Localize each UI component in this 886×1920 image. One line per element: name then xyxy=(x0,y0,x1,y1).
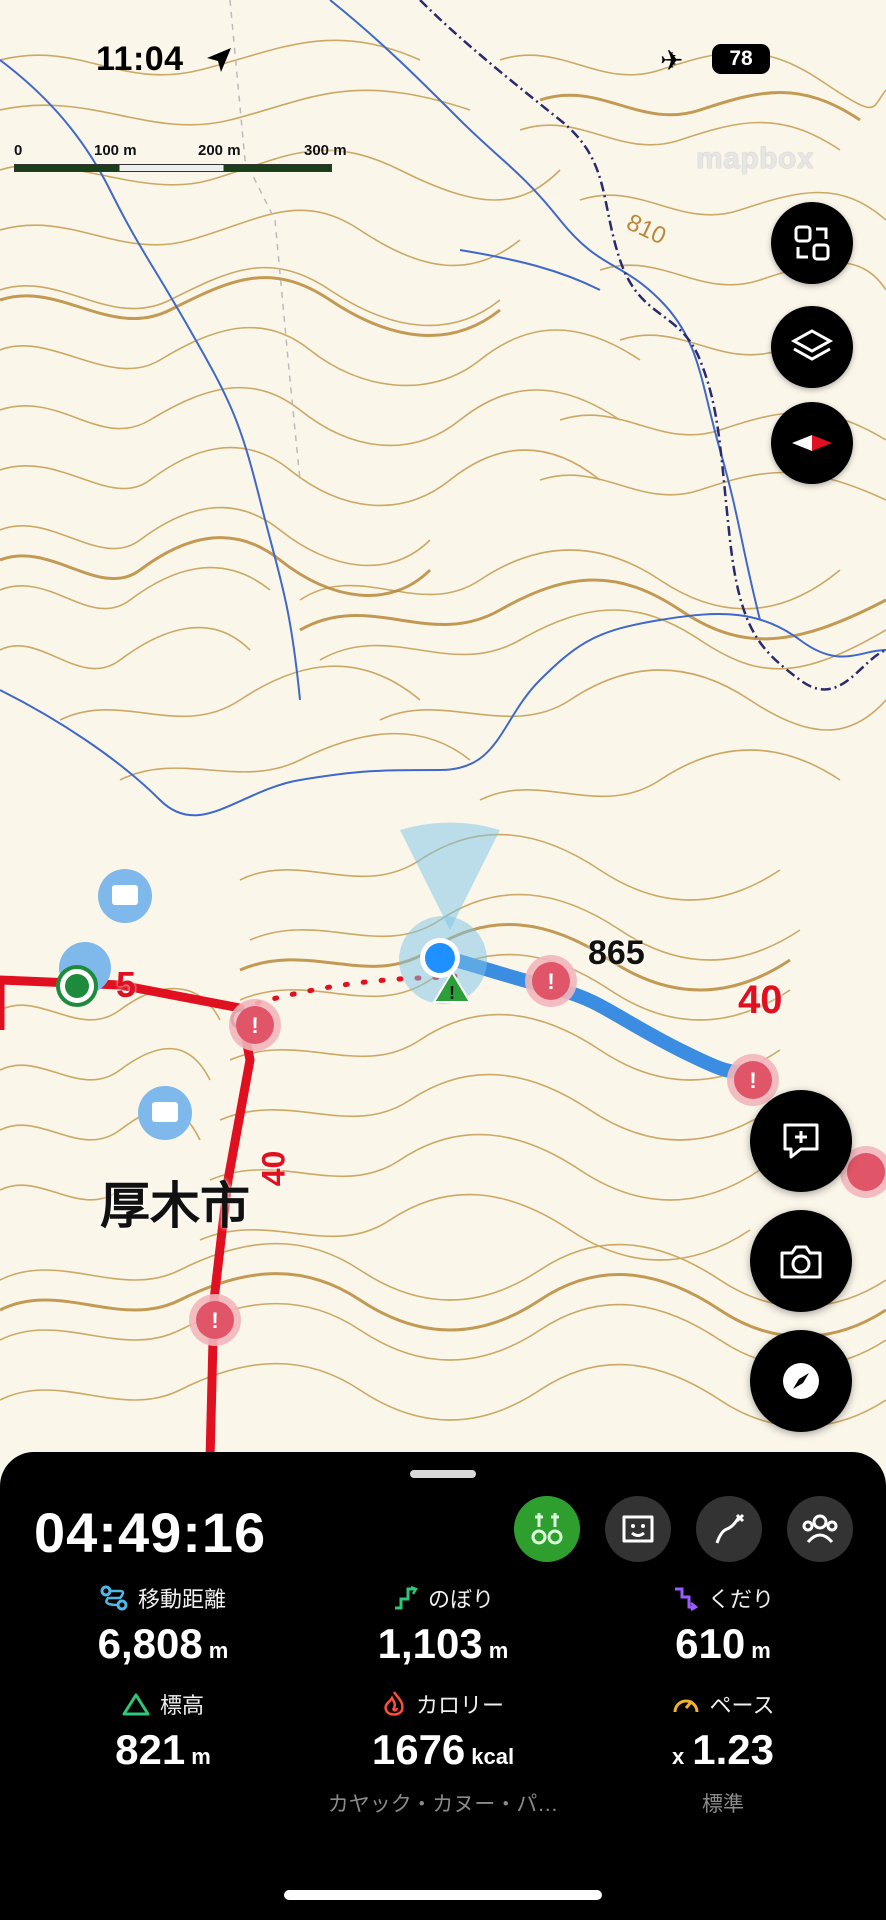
compass-button[interactable] xyxy=(750,1330,852,1432)
group-mode-button[interactable] xyxy=(787,1496,853,1562)
stat-value: 6,808 xyxy=(97,1620,203,1667)
navigation-mode-button[interactable] xyxy=(514,1496,580,1562)
svg-text:!: ! xyxy=(547,969,554,994)
stat-value: 1676 xyxy=(371,1726,466,1773)
stat-value: 1,103 xyxy=(377,1620,483,1667)
stat-distance: 移動距離 6,808 m xyxy=(18,1582,308,1668)
stat-unit: kcal xyxy=(471,1744,515,1769)
stat-value: 610 xyxy=(675,1620,746,1667)
fit-view-button[interactable] xyxy=(771,202,853,284)
stat-value: 821 xyxy=(115,1726,186,1773)
stat-label: 標高 xyxy=(159,1693,204,1718)
scale-bar-line xyxy=(14,164,332,172)
scale-label: 200 m xyxy=(198,142,241,159)
status-time: 11:04 xyxy=(96,40,184,78)
stat-pace: ペース x 1.23 xyxy=(578,1688,868,1774)
stat-unit: m xyxy=(208,1638,229,1663)
route-number: 40 xyxy=(255,1150,292,1187)
stat-ascent: のぼり 1,103 m xyxy=(298,1582,588,1668)
battery-indicator: 78 xyxy=(712,44,770,74)
stat-unit: m xyxy=(191,1744,211,1769)
route-mode-icon xyxy=(715,1513,745,1544)
stat-label: のぼり xyxy=(427,1587,494,1612)
face-mode-icon xyxy=(622,1515,654,1543)
layers-button[interactable] xyxy=(771,306,853,388)
route-number: 40 xyxy=(738,978,783,1022)
heading-button[interactable] xyxy=(771,402,853,484)
activity-type[interactable]: カヤック・カヌー・パ… xyxy=(298,1788,588,1818)
route-mode-button[interactable] xyxy=(696,1496,762,1562)
camera-button[interactable] xyxy=(750,1210,852,1312)
elapsed-time: 04:49:16 xyxy=(34,1501,267,1564)
compass-heading-icon xyxy=(792,435,832,451)
route-number: 5 xyxy=(116,964,137,1005)
layers-icon xyxy=(790,329,834,361)
place-name: 厚木市 xyxy=(100,1178,250,1234)
svg-text:!: ! xyxy=(251,1013,258,1038)
scale-bar: 0 100 m 200 m 300 m xyxy=(14,142,354,172)
home-indicator xyxy=(284,1890,602,1900)
scale-label: 100 m xyxy=(94,142,137,159)
stat-elevation: 標高 821 m xyxy=(18,1688,308,1774)
add-note-button[interactable] xyxy=(750,1090,852,1192)
stat-label: 移動距離 xyxy=(137,1587,226,1612)
status-bar: 11:04 ✈ 78 xyxy=(0,40,886,84)
svg-text:!: ! xyxy=(211,1308,218,1333)
elevation-icon xyxy=(122,1693,150,1716)
scale-label: 300 m xyxy=(304,142,347,159)
speedometer-icon xyxy=(673,1699,699,1713)
stat-descent: くだり 610 m xyxy=(578,1582,868,1668)
stat-label: カロリー xyxy=(415,1693,504,1718)
stat-unit: m xyxy=(488,1638,509,1663)
add-note-icon xyxy=(783,1123,819,1159)
svg-text:!: ! xyxy=(749,1068,756,1093)
scale-label: 0 xyxy=(14,142,23,159)
panel-drag-handle[interactable] xyxy=(410,1470,476,1478)
fit-view-icon xyxy=(794,225,830,261)
ascent-icon xyxy=(394,1585,418,1610)
peak-elevation-label: 865 xyxy=(588,934,645,972)
navigation-mode-icon xyxy=(531,1513,563,1545)
stat-value: 1.23 xyxy=(692,1726,774,1773)
svg-text:!: ! xyxy=(449,983,455,1003)
face-mode-button[interactable] xyxy=(605,1496,671,1562)
stat-label: くだり xyxy=(707,1587,774,1612)
group-mode-icon xyxy=(802,1514,838,1544)
stat-unit: m xyxy=(751,1638,771,1663)
mapbox-attribution[interactable]: mapbox xyxy=(696,142,814,176)
airplane-mode-icon: ✈ xyxy=(660,45,684,76)
distance-icon xyxy=(100,1585,128,1611)
stat-label: ペース xyxy=(709,1693,775,1718)
compass-icon xyxy=(783,1363,819,1399)
pace-level: 標準 xyxy=(702,1793,744,1816)
location-arrow-icon xyxy=(205,46,233,79)
stat-calories: カロリー 1676 kcal xyxy=(298,1688,588,1774)
descent-icon xyxy=(674,1587,698,1611)
camera-icon xyxy=(780,1245,822,1279)
tracking-panel: 04:49:16 移動距離 6,808 m のぼり 1,103 m くだり 610 m… xyxy=(0,1452,886,1920)
flame-icon xyxy=(384,1691,404,1716)
pace-prefix: x xyxy=(672,1744,685,1769)
